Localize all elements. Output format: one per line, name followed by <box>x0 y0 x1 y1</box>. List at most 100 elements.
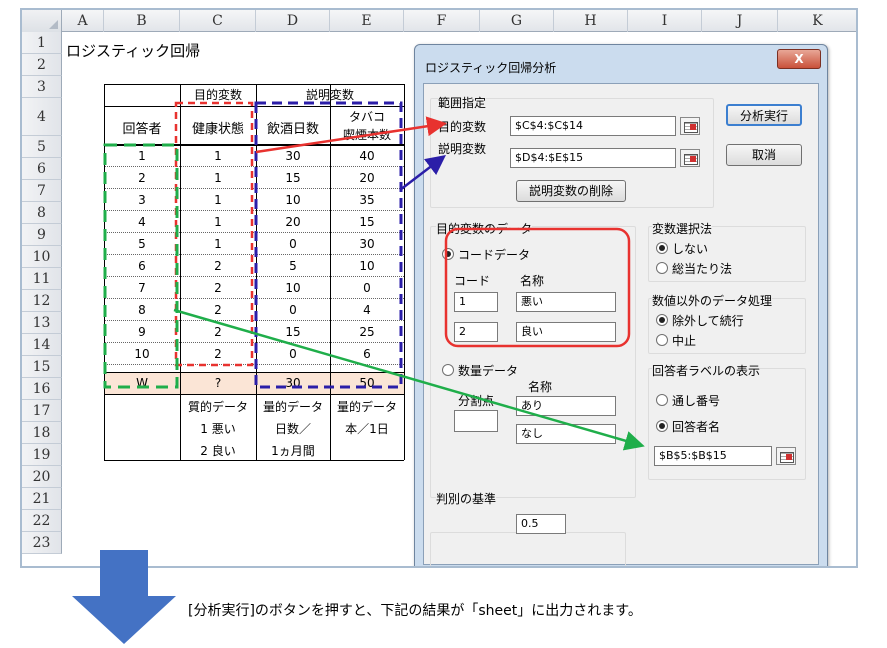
range-picker-icon[interactable] <box>680 117 700 135</box>
table-cell: 4 <box>363 303 371 317</box>
explanatory-range-input[interactable]: $D$4:$E$15 <box>510 148 676 168</box>
table-cell: 1 <box>214 215 222 229</box>
split-point-input[interactable] <box>454 410 498 432</box>
table-cell: 30 <box>359 237 375 251</box>
nonnum-group-label: 数値以外のデータ処理 <box>652 292 773 309</box>
note: 1 悪い <box>200 422 236 436</box>
numeric-data-label: 数量データ <box>458 364 519 378</box>
table-cell: 0 <box>363 281 371 295</box>
range-picker-icon[interactable] <box>680 149 700 167</box>
table-cell: 15 <box>285 325 301 339</box>
target-range-input[interactable]: $C$4:$C$14 <box>510 116 676 136</box>
column-header[interactable]: G <box>480 10 554 32</box>
table-cell: 8 <box>138 303 146 317</box>
select-all-corner[interactable] <box>22 10 62 32</box>
delete-explanatory-button[interactable]: 説明変数の削除 <box>516 180 626 202</box>
column-header[interactable]: D <box>256 10 330 32</box>
note: 量的データ <box>262 400 323 414</box>
row-header[interactable]: 20 <box>22 466 62 488</box>
row-header[interactable]: 6 <box>22 158 62 180</box>
row-header[interactable]: 15 <box>22 356 62 378</box>
w-row-cell: 50 <box>359 376 375 390</box>
note: 1ヵ月間 <box>271 444 315 458</box>
row-header[interactable]: 16 <box>22 378 62 400</box>
w-row-cell: ? <box>214 376 222 390</box>
threshold-input[interactable]: 0.5 <box>516 514 566 534</box>
column-header[interactable]: E <box>330 10 404 32</box>
table-gridline <box>104 188 404 189</box>
nonnum-exclude-radio[interactable] <box>656 314 668 326</box>
row-header[interactable]: 4 <box>22 98 62 136</box>
column-header[interactable]: C <box>180 10 256 32</box>
table-gridline <box>104 210 404 211</box>
table-cell: 6 <box>138 259 146 273</box>
row-header[interactable]: 19 <box>22 444 62 466</box>
row-header[interactable]: 17 <box>22 400 62 422</box>
var-all-radio[interactable] <box>656 262 668 274</box>
row-header[interactable]: 18 <box>22 422 62 444</box>
nonnum-stop-radio[interactable] <box>656 334 668 346</box>
row-header[interactable]: 10 <box>22 246 62 268</box>
row-header[interactable]: 22 <box>22 510 62 532</box>
explanatory-label: 説明変数 <box>438 142 487 156</box>
name-1-input[interactable]: 悪い <box>516 292 616 312</box>
cancel-button[interactable]: 取消 <box>726 144 802 166</box>
table-gridline <box>404 84 405 460</box>
row-header[interactable]: 23 <box>22 532 62 554</box>
result-caption: [分析実行]のボタンを押すと、下記の結果が「sheet」に出力されます。 <box>188 603 642 619</box>
label-serial-radio[interactable] <box>656 394 668 406</box>
code-2-input[interactable]: 2 <box>454 322 498 342</box>
row-header[interactable]: 12 <box>22 290 62 312</box>
row-header[interactable]: 2 <box>22 54 62 76</box>
table-gridline <box>104 342 404 343</box>
table-cell: 2 <box>214 281 222 295</box>
numeric-data-radio[interactable] <box>442 364 454 376</box>
table-cell: 1 <box>214 171 222 185</box>
run-analysis-button[interactable]: 分析実行 <box>726 104 802 126</box>
logistic-dialog: ロジスティック回帰分析 X 範囲指定 目的変数 $C$4:$C$14 説明変数 … <box>414 44 828 566</box>
column-header[interactable]: F <box>404 10 480 32</box>
row-header[interactable]: 21 <box>22 488 62 510</box>
table-cell: 15 <box>285 171 301 185</box>
column-header[interactable]: H <box>554 10 628 32</box>
table-cell: 5 <box>138 237 146 251</box>
row-header[interactable]: 7 <box>22 180 62 202</box>
table-cell: 10 <box>134 347 150 361</box>
table-cell: 9 <box>138 325 146 339</box>
label-range-input[interactable]: $B$5:$B$15 <box>654 446 772 466</box>
close-button[interactable]: X <box>777 49 821 69</box>
column-header[interactable]: A <box>62 10 104 32</box>
name-2-input[interactable]: 良い <box>516 322 616 342</box>
numeric-name-1-input[interactable]: あり <box>516 396 616 416</box>
dialog-body: 範囲指定 目的変数 $C$4:$C$14 説明変数 $D$4:$E$15 説明変… <box>423 83 819 566</box>
table-gridline <box>104 276 404 277</box>
numeric-name-header: 名称 <box>528 380 553 394</box>
row-header[interactable]: 5 <box>22 136 62 158</box>
row-header[interactable]: 13 <box>22 312 62 334</box>
row-header[interactable]: 3 <box>22 76 62 98</box>
code-1-input[interactable]: 1 <box>454 292 498 312</box>
header-explanatory: 説明変数 <box>305 88 354 102</box>
column-header[interactable]: I <box>628 10 702 32</box>
row-header[interactable]: 8 <box>22 202 62 224</box>
row-header[interactable]: 11 <box>22 268 62 290</box>
table-cell: 4 <box>138 215 146 229</box>
row-header[interactable]: 9 <box>22 224 62 246</box>
range-picker-icon[interactable] <box>776 447 796 465</box>
row-header[interactable]: 14 <box>22 334 62 356</box>
table-gridline <box>104 364 404 365</box>
note: 日数／ <box>274 422 311 436</box>
table-cell: 10 <box>285 193 301 207</box>
row-header[interactable]: 1 <box>22 32 62 54</box>
code-data-radio[interactable] <box>442 248 454 260</box>
table-gridline <box>104 372 404 373</box>
label-name-radio[interactable] <box>656 420 668 432</box>
table-cell: 2 <box>214 347 222 361</box>
table-cell: 2 <box>138 171 146 185</box>
column-header[interactable]: J <box>702 10 778 32</box>
numeric-name-2-input[interactable]: なし <box>516 424 616 444</box>
note: 本／1日 <box>345 422 389 436</box>
var-none-radio[interactable] <box>656 242 668 254</box>
column-header[interactable]: B <box>104 10 180 32</box>
column-header[interactable]: K <box>778 10 856 32</box>
